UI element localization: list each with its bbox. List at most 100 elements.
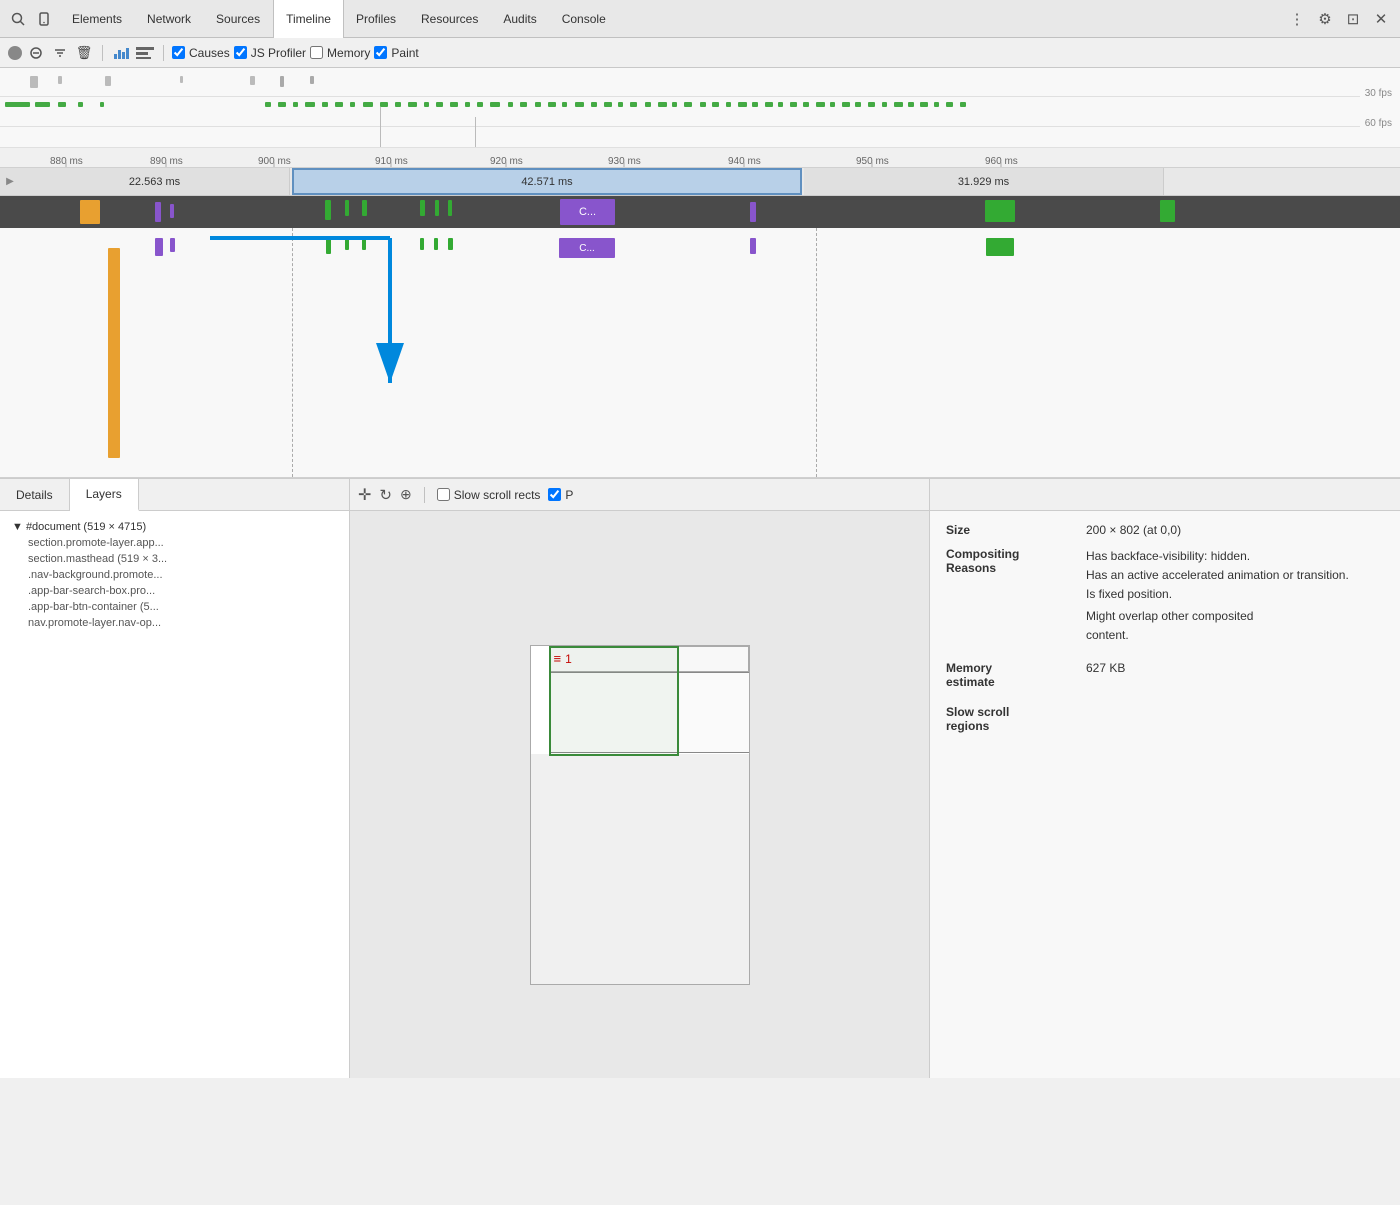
slow-scroll-label: Slow scroll regions: [946, 705, 1086, 733]
band-bar-green-4: [420, 200, 425, 216]
tree-item-masthead[interactable]: section.masthead (519 × 3...: [4, 551, 345, 567]
middle-panel: ✛ ↻ ⊕ Slow scroll rects P ≡: [350, 479, 930, 1078]
dashed-line-2: [816, 228, 817, 477]
trash-button[interactable]: 🗑: [74, 43, 94, 63]
compositing-reason-4b: content.: [1086, 626, 1384, 645]
band-bar-yellow: [80, 200, 100, 224]
timeline-view-icon[interactable]: [135, 43, 155, 63]
compositing-label: Compositing Reasons: [946, 547, 1086, 645]
tree-item-nav-background[interactable]: .nav-background.promote...: [4, 567, 345, 583]
event-rows: C...: [0, 228, 1400, 478]
event-green-s4: [420, 238, 424, 250]
undock-icon[interactable]: ⊡: [1342, 8, 1364, 30]
nav-item-audits[interactable]: Audits: [491, 0, 549, 38]
stop-button[interactable]: [26, 43, 46, 63]
event-green-s3: [362, 238, 366, 250]
tree-item-document[interactable]: ▼ #document (519 × 4715): [4, 519, 345, 535]
layer-tree: ▼ #document (519 × 4715) section.promote…: [0, 511, 349, 1078]
nav-item-network[interactable]: Network: [135, 0, 204, 38]
fps-green-bars: [0, 98, 1360, 112]
band-bar-c: C...: [560, 199, 615, 225]
row-label-spacer: ▶: [0, 168, 20, 195]
memory-row: Memory estimate 627 KB: [946, 661, 1384, 689]
tree-item-btn-container[interactable]: .app-bar-btn-container (5...: [4, 599, 345, 615]
nav-item-elements[interactable]: Elements: [60, 0, 135, 38]
fps-60-line: [0, 126, 1360, 127]
mobile-icon[interactable]: [34, 9, 54, 29]
p-label[interactable]: P: [548, 488, 573, 502]
band-bar-green-3: [362, 200, 367, 216]
fps-60-label: 60 fps: [1365, 118, 1392, 129]
compositing-reason-4: Might overlap other composited: [1086, 607, 1384, 626]
layer-preview: ≡ 1: [350, 511, 929, 1078]
timeline-band: C...: [0, 196, 1400, 228]
timeline-toolbar: 🗑 Causes JS Profiler Memory Paint: [0, 38, 1400, 68]
pan-icon[interactable]: ✛: [358, 485, 371, 505]
bar-chart-icon[interactable]: [111, 43, 131, 63]
settings-icon[interactable]: ⚙: [1314, 8, 1336, 30]
nav-right-icons: ⋮ ⚙ ⊡ ✕: [1286, 8, 1392, 30]
compositing-reason-3: Is fixed position.: [1086, 585, 1384, 604]
p-checkbox[interactable]: [548, 488, 561, 501]
compositing-reason-1: Has backface-visibility: hidden.: [1086, 547, 1384, 566]
record-button[interactable]: [8, 46, 22, 60]
slow-scroll-row: Slow scroll regions: [946, 705, 1384, 733]
nav-item-resources[interactable]: Resources: [409, 0, 491, 38]
layer-sep: [424, 487, 425, 503]
event-green-fr: [986, 238, 1014, 256]
band-bar-purple-2: [170, 204, 174, 218]
filter-button[interactable]: [50, 43, 70, 63]
search-icon[interactable]: [8, 9, 28, 29]
event-green-s1: [326, 238, 331, 254]
segment-left[interactable]: 22.563 ms: [20, 168, 290, 195]
band-bar-green-right: [985, 200, 1015, 222]
band-bar-green-5: [435, 200, 439, 216]
thumb-outer-box: ≡ 1: [530, 645, 750, 985]
paint-checkbox[interactable]: [374, 46, 387, 59]
paint-checkbox-label[interactable]: Paint: [374, 46, 418, 60]
panel-tabs: Details Layers: [0, 479, 349, 511]
nav-item-profiles[interactable]: Profiles: [344, 0, 409, 38]
event-purple-2: [170, 238, 175, 252]
tree-item-search-box[interactable]: .app-bar-search-box.pro...: [4, 583, 345, 599]
band-bar-green-6: [448, 200, 452, 216]
slow-scroll-checkbox[interactable]: [437, 488, 450, 501]
tree-item-nav-op[interactable]: nav.promote-layer.nav-op...: [4, 615, 345, 631]
tab-details[interactable]: Details: [0, 479, 70, 510]
nav-item-sources[interactable]: Sources: [204, 0, 273, 38]
event-purple-r1: [750, 238, 756, 254]
ruler-tick-960: 960 ms: [985, 156, 1018, 167]
dashed-line-1: [292, 228, 293, 477]
band-bar-green-far: [1160, 200, 1175, 222]
tree-item-promote-layer[interactable]: section.promote-layer.app...: [4, 535, 345, 551]
size-row: Size 200 × 802 (at 0,0): [946, 523, 1384, 537]
close-icon[interactable]: ✕: [1370, 8, 1392, 30]
bottom-panels: Details Layers ▼ #document (519 × 4715) …: [0, 478, 1400, 1078]
event-bar-yellow-tall: [108, 248, 120, 458]
causes-checkbox-label[interactable]: Causes: [172, 46, 230, 60]
tab-layers[interactable]: Layers: [70, 479, 139, 511]
event-green-s2: [345, 238, 349, 250]
size-label: Size: [946, 523, 1086, 537]
ruler-tick-950: 950 ms: [856, 156, 889, 167]
memory-checkbox[interactable]: [310, 46, 323, 59]
slow-scroll-value: [1086, 705, 1384, 733]
js-profiler-checkbox[interactable]: [234, 46, 247, 59]
dock-icon[interactable]: ⋮: [1286, 8, 1308, 30]
ruler-ticks-mini: [0, 144, 1360, 147]
memory-checkbox-label[interactable]: Memory: [310, 46, 370, 60]
js-profiler-checkbox-label[interactable]: JS Profiler: [234, 46, 306, 60]
segment-right[interactable]: 31.929 ms: [804, 168, 1164, 195]
right-panel: Size 200 × 802 (at 0,0) Compositing Reas…: [930, 479, 1400, 1078]
nav-item-console[interactable]: Console: [550, 0, 619, 38]
properties-content: Size 200 × 802 (at 0,0) Compositing Reas…: [930, 511, 1400, 1078]
move-icon[interactable]: ⊕: [400, 486, 412, 503]
segment-selected[interactable]: 42.571 ms: [292, 168, 802, 195]
separator-1: [102, 45, 103, 61]
ruler-tick-900: 900 ms: [258, 156, 291, 167]
ruler-tick-910: 910 ms: [375, 156, 408, 167]
nav-item-timeline[interactable]: Timeline: [273, 0, 344, 38]
slow-scroll-label[interactable]: Slow scroll rects: [437, 488, 541, 502]
causes-checkbox[interactable]: [172, 46, 185, 59]
rotate-icon[interactable]: ↻: [379, 486, 392, 504]
